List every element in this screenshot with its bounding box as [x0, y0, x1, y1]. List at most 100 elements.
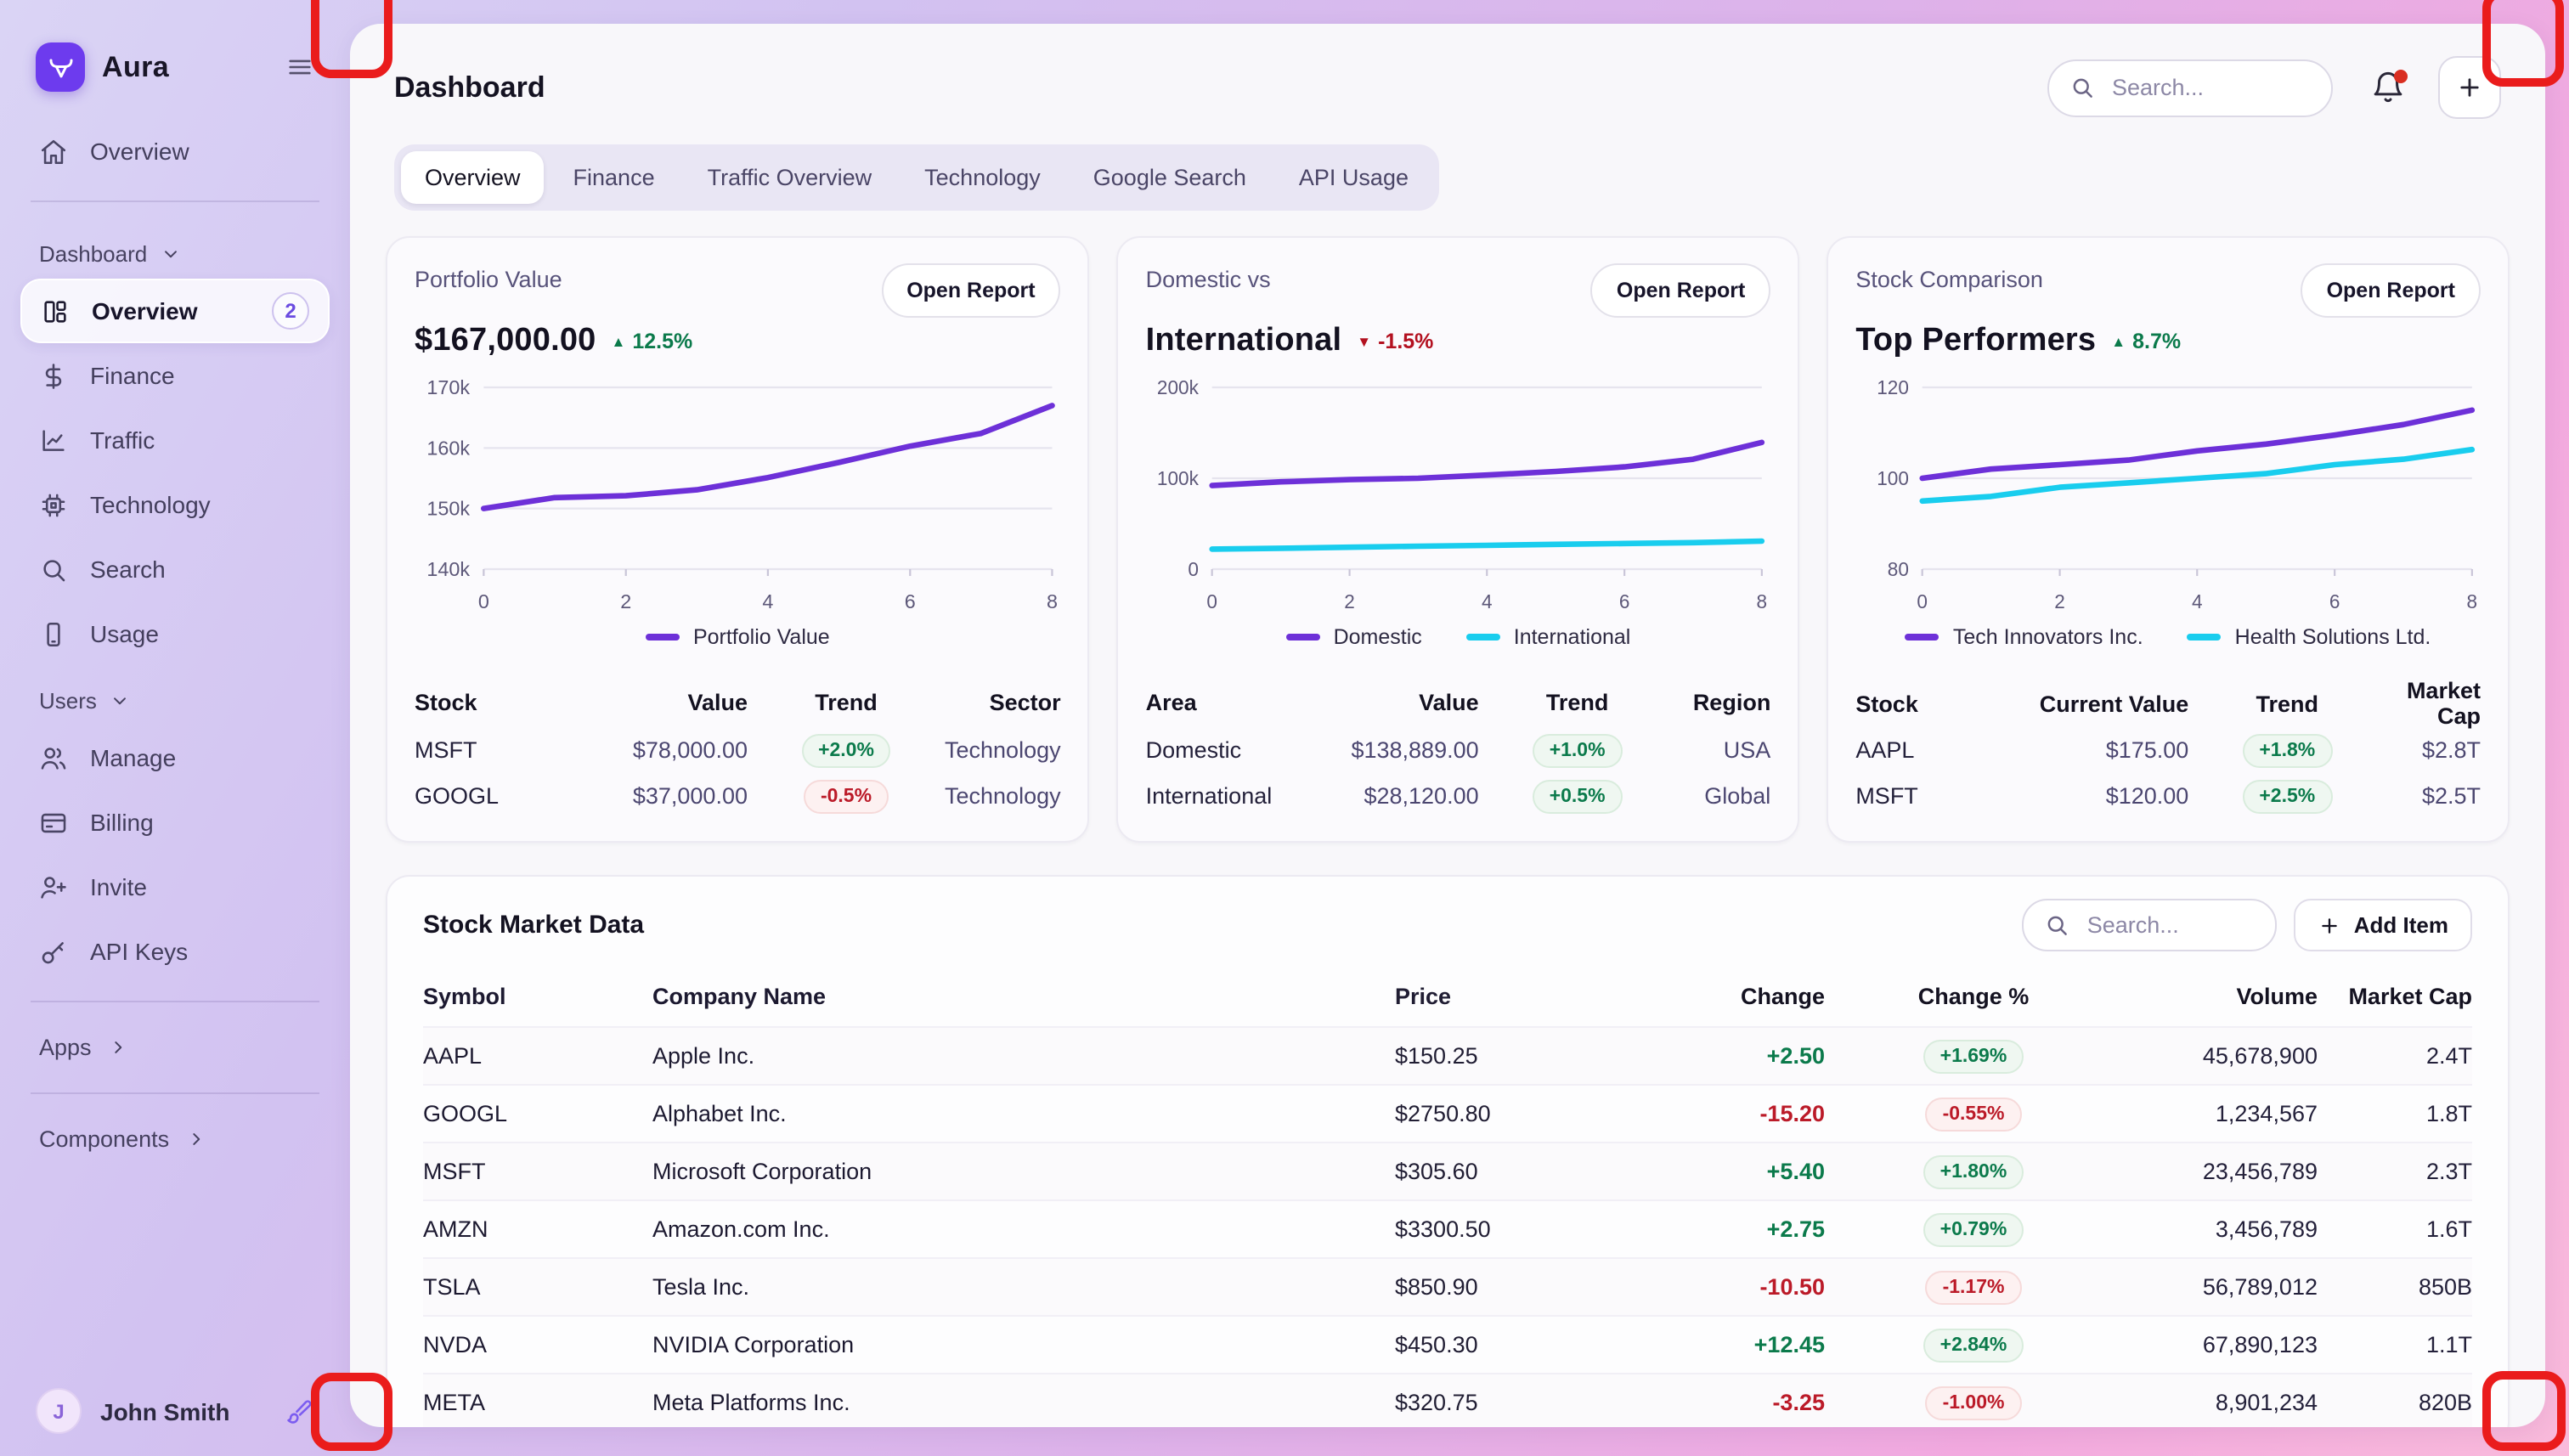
- sidebar-item-label: Finance: [90, 362, 175, 389]
- column-header: Market Cap: [2318, 983, 2472, 1008]
- cell-change: +5.40: [1667, 1159, 1825, 1184]
- trend-pill: +2.5%: [2242, 779, 2332, 813]
- chart-legend: Tech Innovators Inc.Health Solutions Ltd…: [1855, 625, 2481, 649]
- tab-api-usage[interactable]: API Usage: [1275, 151, 1432, 204]
- sidebar-link-components[interactable]: Components: [20, 1111, 330, 1167]
- open-report-button[interactable]: Open Report: [1591, 263, 1770, 318]
- sidebar-item-api-keys[interactable]: API Keys: [20, 919, 330, 984]
- tab-overview[interactable]: Overview: [401, 151, 545, 204]
- trend-pill: +1.69%: [1923, 1039, 2024, 1073]
- add-item-button[interactable]: Add Item: [2295, 899, 2472, 951]
- user-name: John Smith: [100, 1397, 267, 1425]
- add-item-label: Add Item: [2354, 912, 2448, 938]
- open-report-button[interactable]: Open Report: [881, 263, 1060, 318]
- cell-company: Alphabet Inc.: [652, 1101, 1395, 1126]
- svg-text:6: 6: [905, 590, 916, 612]
- cell-price: $450.30: [1395, 1332, 1667, 1357]
- cell-volume: 23,456,789: [2122, 1159, 2318, 1184]
- sidebar-user[interactable]: J John Smith: [20, 1388, 330, 1434]
- phone-icon: [39, 619, 68, 648]
- card-table: StockValueTrendSector MSFT$78,000.00+2.0…: [415, 678, 1061, 819]
- cell-company: Microsoft Corporation: [652, 1159, 1395, 1184]
- brush-icon[interactable]: [285, 1397, 314, 1425]
- sidebar-item-manage[interactable]: Manage: [20, 725, 330, 790]
- trend-pill: +2.0%: [801, 733, 891, 767]
- legend-item: International: [1466, 625, 1631, 649]
- trend-pill: +1.8%: [2242, 733, 2332, 767]
- svg-text:6: 6: [2329, 590, 2340, 612]
- svg-text:4: 4: [2192, 590, 2203, 612]
- cell-volume: 3,456,789: [2122, 1216, 2318, 1242]
- cell-volume: 45,678,900: [2122, 1043, 2318, 1069]
- card-label: Portfolio Value: [415, 263, 562, 292]
- sidebar-item-invite[interactable]: Invite: [20, 855, 330, 919]
- trend-pill: +0.79%: [1923, 1212, 2024, 1246]
- section-label-dashboard[interactable]: Dashboard: [20, 219, 330, 279]
- triangle-down-icon: ▼: [1357, 333, 1371, 350]
- svg-text:0: 0: [1189, 558, 1200, 580]
- cell-price: $150.25: [1395, 1043, 1667, 1069]
- trend-pill: -0.5%: [804, 779, 889, 813]
- cell-market-cap: 1.8T: [2318, 1101, 2472, 1126]
- tab-finance[interactable]: Finance: [550, 151, 679, 204]
- dollar-icon: [39, 361, 68, 390]
- tab-traffic-overview[interactable]: Traffic Overview: [684, 151, 896, 204]
- svg-text:150k: 150k: [426, 498, 470, 520]
- table-row[interactable]: NVDA NVIDIA Corporation $450.30 +12.45 +…: [423, 1315, 2472, 1373]
- sidebar-top-nav: Overview: [20, 119, 330, 183]
- sidebar-divider: [31, 1092, 319, 1094]
- open-report-button[interactable]: Open Report: [2301, 263, 2481, 318]
- cell-change-pct: +1.69%: [1825, 1039, 2122, 1073]
- card-delta: ▲12.5%: [612, 330, 693, 353]
- svg-text:160k: 160k: [426, 437, 470, 460]
- sidebar-item-label: Overview: [92, 297, 198, 324]
- legend-item: Health Solutions Ltd.: [2188, 625, 2431, 649]
- sidebar-item-usage[interactable]: Usage: [20, 601, 330, 666]
- cell-change-pct: +1.80%: [1825, 1154, 2122, 1188]
- table-row[interactable]: AAPL Apple Inc. $150.25 +2.50 +1.69% 45,…: [423, 1026, 2472, 1084]
- page-title: Dashboard: [394, 71, 2047, 104]
- notifications-button[interactable]: [2370, 70, 2406, 105]
- sidebar-item-technology[interactable]: Technology: [20, 472, 330, 537]
- cell-company: Meta Platforms Inc.: [652, 1390, 1395, 1415]
- chev-right-icon: [107, 1036, 129, 1058]
- sidebar-item-label: Overview: [90, 138, 189, 165]
- table-row[interactable]: MSFT Microsoft Corporation $305.60 +5.40…: [423, 1142, 2472, 1199]
- section-label-users[interactable]: Users: [20, 666, 330, 725]
- table-row[interactable]: AMZN Amazon.com Inc. $3300.50 +2.75 +0.7…: [423, 1199, 2472, 1257]
- menu-icon[interactable]: [285, 53, 314, 82]
- column-header: Volume: [2122, 983, 2318, 1008]
- search-input[interactable]: [2109, 73, 2311, 102]
- sidebar-link-apps[interactable]: Apps: [20, 1019, 330, 1075]
- table-row[interactable]: TSLA Tesla Inc. $850.90 -10.50 -1.17% 56…: [423, 1257, 2472, 1315]
- cell-symbol: META: [423, 1390, 652, 1415]
- cell-price: $850.90: [1395, 1274, 1667, 1300]
- line-chart: 120 100 80 0 2 4 6 8: [1855, 375, 2481, 613]
- cell-company: Tesla Inc.: [652, 1274, 1395, 1300]
- sidebar-item-search[interactable]: Search: [20, 537, 330, 601]
- cell-market-cap: 2.4T: [2318, 1043, 2472, 1069]
- sidebar-item-label: Search: [90, 556, 166, 583]
- sidebar-sections: DashboardOverview2 Finance TrafficTechnolo…: [20, 219, 330, 984]
- svg-text:100k: 100k: [1158, 467, 1200, 489]
- card-table-row: International$28,120.00+0.5%Global: [1146, 773, 1771, 819]
- sidebar-item-label: API Keys: [90, 938, 188, 965]
- chart-legend: Portfolio Value: [415, 625, 1061, 649]
- sidebar-item-label: Usage: [90, 620, 159, 647]
- trend-pill: +0.5%: [1533, 779, 1623, 813]
- sidebar-item-billing[interactable]: Billing: [20, 790, 330, 855]
- sidebar-item-finance[interactable]: Finance: [20, 343, 330, 408]
- cell-market-cap: 1.1T: [2318, 1332, 2472, 1357]
- cell-symbol: MSFT: [423, 1159, 652, 1184]
- table-row[interactable]: META Meta Platforms Inc. $320.75 -3.25 -…: [423, 1373, 2472, 1427]
- tab-google-search[interactable]: Google Search: [1070, 151, 1270, 204]
- table-search-input[interactable]: [2084, 911, 2256, 940]
- sidebar-item-overview[interactable]: Overview: [20, 119, 330, 183]
- sidebar-item-traffic[interactable]: Traffic: [20, 408, 330, 472]
- sidebar-item-overview[interactable]: Overview2: [20, 279, 330, 343]
- search-icon: [39, 555, 68, 584]
- cell-price: $305.60: [1395, 1159, 1667, 1184]
- cell-change-pct: -0.55%: [1825, 1097, 2122, 1131]
- table-row[interactable]: GOOGL Alphabet Inc. $2750.80 -15.20 -0.5…: [423, 1084, 2472, 1142]
- tab-technology[interactable]: Technology: [901, 151, 1064, 204]
